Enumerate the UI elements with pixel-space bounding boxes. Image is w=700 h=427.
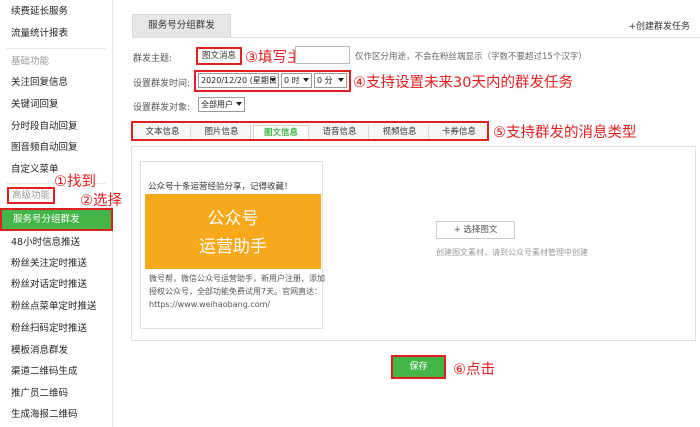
annotation-step-4: ④支持设置未来30天内的群发任务 (353, 75, 573, 91)
sidebar-item-channel-qrcode[interactable]: 渠道二维码生成 (0, 361, 113, 382)
sidebar-section-advanced: 高级功能 (7, 187, 56, 204)
annotation-step-6: ⑥点击 (453, 362, 495, 378)
chevron-down-icon (303, 78, 309, 82)
minute-select[interactable]: 0 分 (314, 73, 347, 88)
chevron-down-icon (270, 78, 276, 82)
chevron-down-icon (338, 78, 344, 82)
sidebar-divider (6, 48, 106, 49)
tab-text[interactable]: 文本信息 (135, 125, 191, 139)
sidebar-item-scan-timed-push[interactable]: 粉丝扫码定时推送 (0, 318, 113, 339)
sidebar-item-renew[interactable]: 续费延长服务 (0, 1, 113, 22)
news-preview-card[interactable]: 公众号十条运营经验分享，记得收藏！ 公众号 运营助手 微号帮，微信公众号运营助手… (140, 161, 325, 329)
news-description: 微号帮，微信公众号运营助手，新用户注册、添加授权公众号，全部功能免费试用7天。官… (149, 274, 325, 309)
banner-text-line2: 运营助手 (199, 237, 267, 257)
theme-input[interactable]: 图文消息 (196, 47, 242, 65)
sidebar-item-keyword-reply[interactable]: 关键词回复 (0, 94, 113, 115)
target-label: 设置群发对象: (133, 103, 191, 113)
chevron-down-icon (236, 102, 242, 106)
tab-voice[interactable]: 语音信息 (311, 125, 369, 139)
sidebar-item-48h-push[interactable]: 48小时信息推送 (0, 232, 113, 253)
tab-news[interactable]: 图文信息 (253, 125, 309, 139)
create-task-link[interactable]: +创建群发任务 (628, 19, 690, 32)
theme-extra-input[interactable] (295, 46, 350, 64)
banner-text-line1: 公众号 (207, 209, 259, 229)
news-cover-image: 公众号 运营助手 (145, 194, 321, 269)
save-button[interactable]: 保存 (391, 355, 446, 379)
sidebar-item-group-broadcast[interactable]: 服务号分组群发 (0, 208, 113, 231)
sidebar-item-poster-qrcode[interactable]: 生成海报二维码 (0, 404, 113, 425)
content-panel: 公众号十条运营经验分享，记得收藏！ 公众号 运营助手 微号帮，微信公众号运营助手… (131, 146, 696, 341)
sidebar-item-media-reply[interactable]: 图音频自动回复 (0, 137, 113, 158)
tab-video[interactable]: 视频信息 (371, 125, 429, 139)
sidebar-item-promoter-qrcode[interactable]: 推广员二维码 (0, 383, 113, 404)
sidebar-item-traffic-report[interactable]: 流量统计报表 (0, 23, 113, 44)
message-type-tabs: 文本信息 图片信息 图文信息 语音信息 视频信息 卡券信息 (131, 121, 489, 141)
annotation-step-5: ⑤支持群发的消息类型 (493, 125, 637, 141)
sidebar-item-menu-timed-push[interactable]: 粉丝点菜单定时推送 (0, 296, 113, 317)
sidebar-section-basic: 基础功能 (11, 56, 50, 67)
tab-image[interactable]: 图片信息 (193, 125, 251, 139)
tab-group-broadcast[interactable]: 服务号分组群发 (132, 14, 231, 38)
sidebar-item-follow-reply[interactable]: 关注回复信息 (0, 72, 113, 93)
annotation-step-1: ①找到 (54, 174, 96, 190)
date-select[interactable]: 2020/12/20 (星期日) (198, 73, 279, 88)
theme-label: 群发主题: (133, 54, 173, 64)
main-content: 服务号分组群发 +创建群发任务 群发主题: 图文消息 ③填写主题 仅作区分用途，… (113, 0, 700, 427)
select-news-button[interactable]: + 选择图文 (436, 221, 515, 239)
hour-select[interactable]: 0 时 (281, 73, 312, 88)
sidebar-item-chat-timed-push[interactable]: 粉丝对话定时推送 (0, 274, 113, 295)
theme-hint: 仅作区分用途，不会在粉丝端显示（字数不要超过15个汉字） (355, 52, 587, 62)
sidebar: 续费延长服务 流量统计报表 基础功能 关注回复信息 关键词回复 分时段自动回复 … (0, 0, 113, 427)
target-select[interactable]: 全部用户 (198, 97, 245, 112)
sidebar-item-follow-timed-push[interactable]: 粉丝关注定时推送 (0, 253, 113, 274)
sidebar-item-timed-reply[interactable]: 分时段自动回复 (0, 116, 113, 137)
select-news-hint: 创建图文素材，请到公众号素材管理中创建 (436, 248, 588, 257)
sidebar-item-template-broadcast[interactable]: 模板消息群发 (0, 340, 113, 361)
header-divider (132, 37, 700, 38)
tab-card[interactable]: 卡券信息 (431, 125, 487, 139)
time-label: 设置群发时间: (133, 79, 191, 89)
news-title: 公众号十条运营经验分享，记得收藏！ (148, 182, 293, 192)
